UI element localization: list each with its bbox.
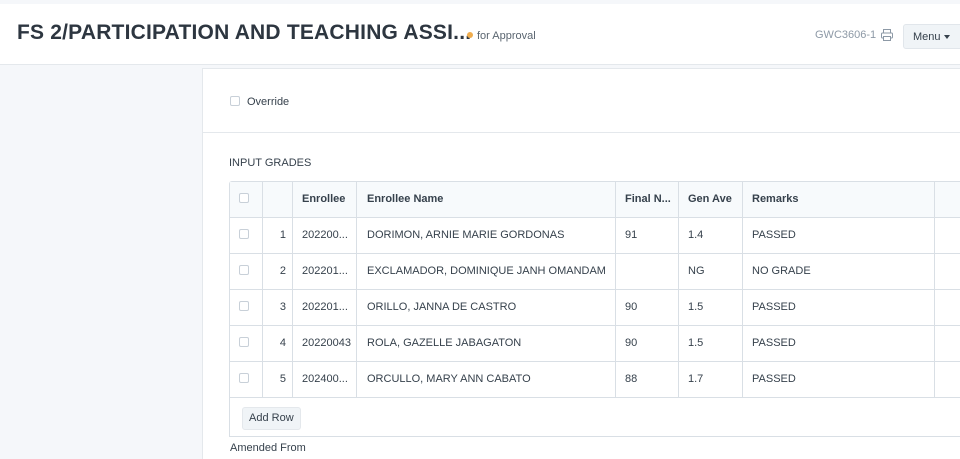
row-checkbox[interactable] <box>239 265 249 276</box>
page-title: FS 2/PARTICIPATION AND TEACHING ASSI... <box>17 21 472 44</box>
cell-final[interactable]: 91 <box>616 218 679 253</box>
cell-final[interactable] <box>616 254 679 289</box>
row-index: 4 <box>263 326 293 361</box>
column-header-gen-ave: Gen Ave <box>679 182 743 217</box>
select-all-cell[interactable] <box>230 182 263 217</box>
table-row[interactable]: 3 202201... ORILLO, JANNA DE CASTRO 90 1… <box>230 290 960 326</box>
cell-enrollee-name[interactable]: ORILLO, JANNA DE CASTRO <box>357 290 616 325</box>
table-row[interactable]: 5 202400... ORCULLO, MARY ANN CABATO 88 … <box>230 362 960 398</box>
row-index: 5 <box>263 362 293 397</box>
status-text: for Approval <box>477 30 536 42</box>
add-row-button[interactable]: Add Row <box>242 407 301 430</box>
cell-enrollee[interactable]: 20220043 <box>293 326 357 361</box>
grid-footer: Add Row <box>230 398 960 437</box>
cell-final[interactable]: 90 <box>616 290 679 325</box>
cell-gen-ave[interactable]: 1.5 <box>679 326 743 361</box>
cell-enrollee[interactable]: 202200... <box>293 218 357 253</box>
cell-remarks[interactable]: PASSED <box>743 290 935 325</box>
grades-grid: Enrollee Enrollee Name Final N... Gen Av… <box>229 181 960 437</box>
section-divider <box>203 132 960 133</box>
cell-enrollee[interactable]: 202400... <box>293 362 357 397</box>
row-index: 3 <box>263 290 293 325</box>
cell-gen-ave[interactable]: 1.4 <box>679 218 743 253</box>
row-actions-cell[interactable] <box>935 362 960 397</box>
form-panel: Override INPUT GRADES Enrollee Enrollee … <box>202 68 960 459</box>
cell-enrollee-name[interactable]: EXCLAMADOR, DOMINIQUE JANH OMANDAM <box>357 254 616 289</box>
document-id: GWC3606-1 <box>815 29 877 41</box>
cell-enrollee-name[interactable]: ORCULLO, MARY ANN CABATO <box>357 362 616 397</box>
row-checkbox[interactable] <box>239 373 249 384</box>
row-index: 2 <box>263 254 293 289</box>
cell-final[interactable]: 90 <box>616 326 679 361</box>
row-checkbox[interactable] <box>239 229 249 240</box>
index-header <box>263 182 293 217</box>
override-label: Override <box>247 96 290 108</box>
row-actions-cell[interactable] <box>935 290 960 325</box>
cell-remarks[interactable]: NO GRADE <box>743 254 935 289</box>
cell-gen-ave[interactable]: 1.7 <box>679 362 743 397</box>
cell-enrollee-name[interactable]: DORIMON, ARNIE MARIE GORDONAS <box>357 218 616 253</box>
row-select-cell[interactable] <box>230 218 263 253</box>
cell-final[interactable]: 88 <box>616 362 679 397</box>
column-header-enrollee: Enrollee <box>293 182 357 217</box>
status-dot-icon <box>467 32 473 39</box>
printer-icon[interactable] <box>880 28 894 42</box>
table-row[interactable]: 1 202200... DORIMON, ARNIE MARIE GORDONA… <box>230 218 960 254</box>
column-header-remarks: Remarks <box>743 182 935 217</box>
row-actions-cell[interactable] <box>935 326 960 361</box>
column-header-actions <box>935 182 960 217</box>
row-select-cell[interactable] <box>230 254 263 289</box>
row-index: 1 <box>263 218 293 253</box>
row-select-cell[interactable] <box>230 326 263 361</box>
row-actions-cell[interactable] <box>935 218 960 253</box>
cell-enrollee[interactable]: 202201... <box>293 290 357 325</box>
cell-enrollee-name[interactable]: ROLA, GAZELLE JABAGATON <box>357 326 616 361</box>
grid-header-row: Enrollee Enrollee Name Final N... Gen Av… <box>230 182 960 218</box>
row-select-cell[interactable] <box>230 362 263 397</box>
status-indicator: for Approval <box>467 30 536 42</box>
grades-section-label: INPUT GRADES <box>229 157 312 169</box>
cell-remarks[interactable]: PASSED <box>743 326 935 361</box>
cell-gen-ave[interactable]: NG <box>679 254 743 289</box>
select-all-checkbox[interactable] <box>239 193 249 204</box>
page-header: FS 2/PARTICIPATION AND TEACHING ASSI... … <box>0 4 960 65</box>
table-row[interactable]: 2 202201... EXCLAMADOR, DOMINIQUE JANH O… <box>230 254 960 290</box>
cell-gen-ave[interactable]: 1.5 <box>679 290 743 325</box>
menu-button[interactable]: Menu <box>903 24 960 49</box>
caret-down-icon <box>943 35 950 40</box>
override-checkbox[interactable] <box>230 96 240 107</box>
table-row[interactable]: 4 20220043 ROLA, GAZELLE JABAGATON 90 1.… <box>230 326 960 362</box>
cell-remarks[interactable]: PASSED <box>743 362 935 397</box>
row-checkbox[interactable] <box>239 301 249 312</box>
amended-from-label: Amended From <box>230 442 306 454</box>
column-header-final: Final N... <box>616 182 679 217</box>
override-field[interactable]: Override <box>230 96 289 108</box>
cell-remarks[interactable]: PASSED <box>743 218 935 253</box>
cell-enrollee[interactable]: 202201... <box>293 254 357 289</box>
row-select-cell[interactable] <box>230 290 263 325</box>
column-header-enrollee-name: Enrollee Name <box>357 182 616 217</box>
row-actions-cell[interactable] <box>935 254 960 289</box>
row-checkbox[interactable] <box>239 337 249 348</box>
menu-button-label: Menu <box>913 31 941 43</box>
